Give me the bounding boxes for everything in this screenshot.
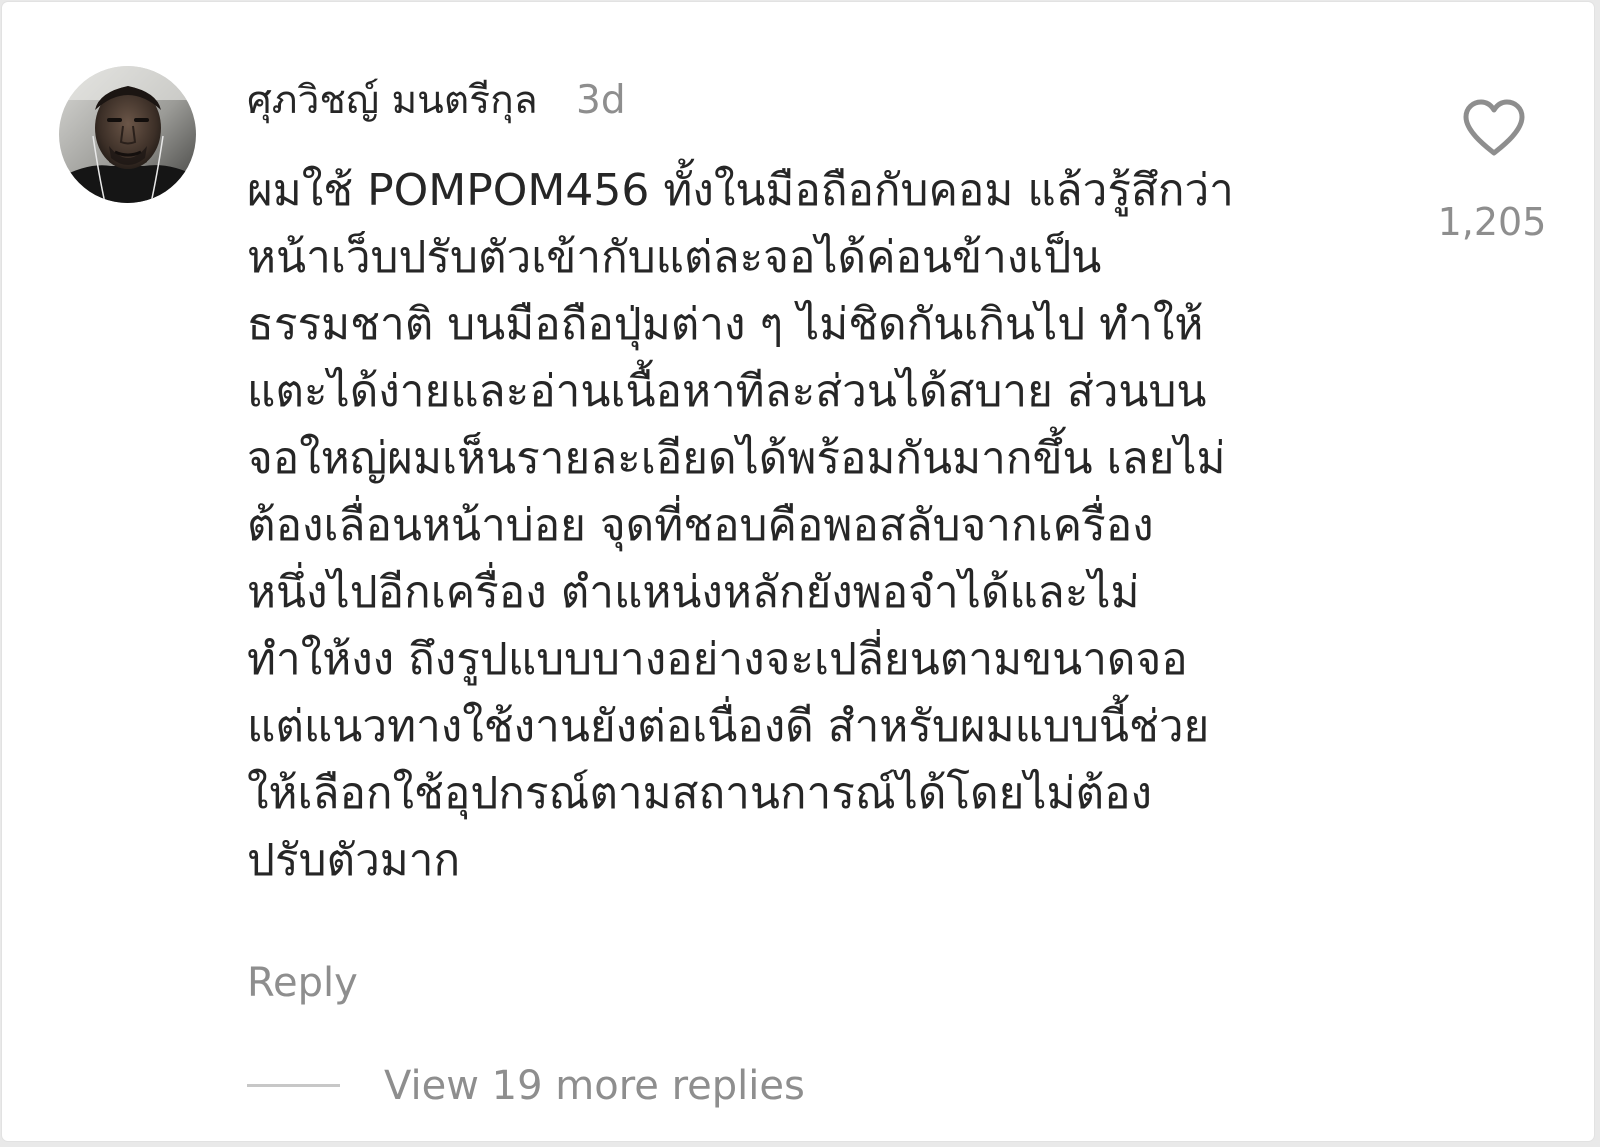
comment-username[interactable]: ศุภวิชญ์ มนตรีกุล — [247, 76, 538, 126]
avatar[interactable] — [59, 66, 196, 203]
heart-outline-icon — [1463, 99, 1525, 156]
like-button[interactable] — [1462, 99, 1526, 157]
comment-timestamp: 3d — [576, 78, 626, 123]
reply-button[interactable]: Reply — [247, 957, 358, 1009]
view-more-replies-button[interactable]: View 19 more replies — [384, 1060, 805, 1112]
like-count: 1,205 — [1437, 200, 1547, 244]
avatar-photo — [59, 66, 196, 203]
replies-divider — [247, 1084, 340, 1087]
comment-text: ผมใช้ POMPOM456 ทั้งในมือถือกับคอม แล้วร… — [247, 165, 1234, 886]
comment-card: ศุภวิชญ์ มนตรีกุล 3d ผมใช้ POMPOM456 ทั้… — [2, 2, 1594, 1141]
